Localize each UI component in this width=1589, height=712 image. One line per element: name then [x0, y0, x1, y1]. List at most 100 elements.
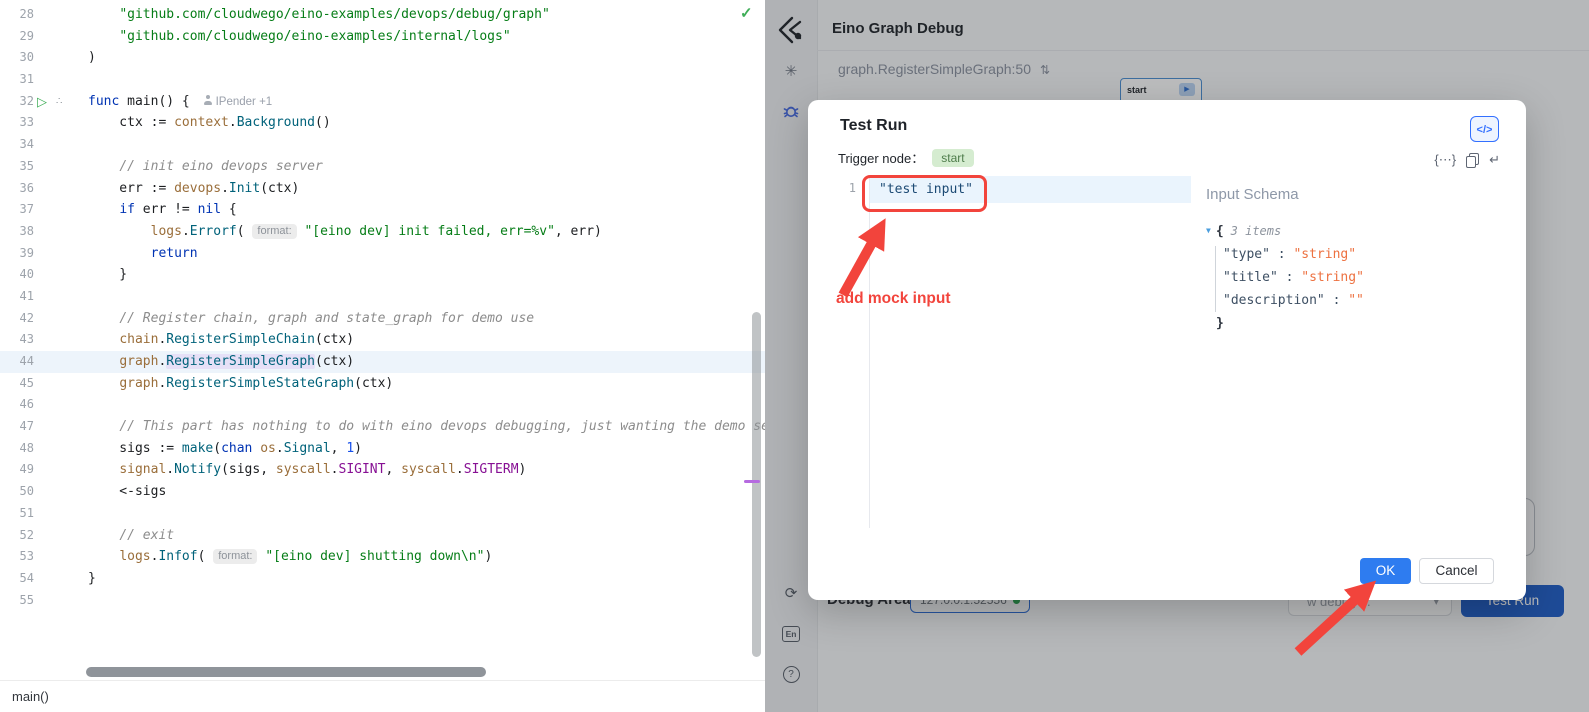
gutter[interactable]: 36	[0, 178, 88, 200]
line-number: 37	[0, 199, 34, 221]
code-line-30[interactable]: 30)	[0, 47, 765, 69]
inspection-check-icon[interactable]: ✓	[740, 4, 753, 22]
code-line-44[interactable]: 44 graph.RegisterSimpleGraph(ctx)	[0, 351, 765, 373]
gutter[interactable]: 47	[0, 416, 88, 438]
gutter[interactable]: 46	[0, 394, 88, 416]
code-line-31[interactable]: 31	[0, 69, 765, 91]
gutter[interactable]: 49	[0, 459, 88, 481]
code-text: "github.com/cloudwego/eino-examples/devo…	[88, 4, 550, 26]
line-number: 29	[0, 26, 34, 48]
gutter[interactable]: 41	[0, 286, 88, 308]
gutter[interactable]: 48	[0, 438, 88, 460]
code-text: )	[88, 47, 96, 69]
gutter[interactable]: 43	[0, 329, 88, 351]
gutter[interactable]: 42	[0, 308, 88, 330]
schema-entry: "description" : ""	[1206, 289, 1364, 312]
horizontal-scrollbar[interactable]	[86, 667, 486, 677]
code-text: err := devops.Init(ctx)	[88, 178, 299, 200]
gutter[interactable]: 28	[0, 4, 88, 26]
gutter[interactable]: 51	[0, 503, 88, 525]
wrap-icon[interactable]: ↵	[1489, 152, 1500, 168]
code-line-51[interactable]: 51	[0, 503, 765, 525]
gutter[interactable]: 50	[0, 481, 88, 503]
code-line-39[interactable]: 39 return	[0, 243, 765, 265]
code-line-34[interactable]: 34	[0, 134, 765, 156]
breadcrumb[interactable]: main()	[0, 681, 49, 712]
gutter[interactable]: 29	[0, 26, 88, 48]
code-text: // exit	[88, 525, 174, 547]
code-line-50[interactable]: 50 <-sigs	[0, 481, 765, 503]
gutter[interactable]: 30	[0, 47, 88, 69]
cancel-button[interactable]: Cancel	[1419, 558, 1494, 584]
modal-title: Test Run	[840, 117, 907, 135]
trigger-node-row: Trigger node： start	[838, 148, 974, 167]
line-number: 40	[0, 264, 34, 286]
code-text: <-sigs	[88, 481, 166, 503]
collapse-triangle-icon[interactable]: ▼	[1206, 226, 1211, 235]
gutter[interactable]: 44	[0, 351, 88, 373]
code-line-32[interactable]: 32▷∴func main() { IPender +1	[0, 91, 765, 113]
ok-button[interactable]: OK	[1360, 558, 1411, 584]
format-param-hint: format:	[213, 549, 257, 564]
code-view-toggle-button[interactable]: </>	[1470, 116, 1499, 142]
code-text: // init eino devops server	[88, 156, 323, 178]
vertical-scrollbar[interactable]	[752, 312, 761, 657]
code-line-37[interactable]: 37 if err != nil {	[0, 199, 765, 221]
gutter[interactable]: 34	[0, 134, 88, 156]
line-number: 54	[0, 568, 34, 590]
gutter[interactable]: 53	[0, 546, 88, 568]
code-text: chain.RegisterSimpleChain(ctx)	[88, 329, 354, 351]
code-line-54[interactable]: 54}	[0, 568, 765, 590]
gutter[interactable]: 45	[0, 373, 88, 395]
related-symbols-icon[interactable]: ∴	[56, 91, 62, 113]
gutter[interactable]: 32▷∴	[0, 91, 88, 113]
code-line-47[interactable]: 47 // This part has nothing to do with e…	[0, 416, 765, 438]
code-line-53[interactable]: 53 logs.Infof( format: "[eino dev] shutt…	[0, 546, 765, 568]
braces-icon[interactable]: {⋯}	[1434, 152, 1456, 168]
copy-icon[interactable]	[1465, 152, 1480, 168]
line-number: 55	[0, 590, 34, 612]
code-line-41[interactable]: 41	[0, 286, 765, 308]
code-editor[interactable]: 28 "github.com/cloudwego/eino-examples/d…	[0, 0, 765, 680]
code-line-33[interactable]: 33 ctx := context.Background()	[0, 112, 765, 134]
code-line-38[interactable]: 38 logs.Errorf( format: "[eino dev] init…	[0, 221, 765, 243]
gutter[interactable]: 54	[0, 568, 88, 590]
code-line-52[interactable]: 52 // exit	[0, 525, 765, 547]
schema-root-row: ▼{3 items	[1206, 219, 1364, 243]
code-line-28[interactable]: 28 "github.com/cloudwego/eino-examples/d…	[0, 4, 765, 26]
gutter[interactable]: 38	[0, 221, 88, 243]
line-number: 36	[0, 178, 34, 200]
code-text: sigs := make(chan os.Signal, 1)	[88, 438, 362, 460]
gutter[interactable]: 33	[0, 112, 88, 134]
code-vision-hint[interactable]: IPender +1	[216, 96, 273, 108]
code-line-48[interactable]: 48 sigs := make(chan os.Signal, 1)	[0, 438, 765, 460]
gutter[interactable]: 40	[0, 264, 88, 286]
code-line-29[interactable]: 29 "github.com/cloudwego/eino-examples/i…	[0, 26, 765, 48]
line-number: 28	[0, 4, 34, 26]
gutter[interactable]: 52	[0, 525, 88, 547]
mock-editor-gutter-line	[869, 176, 870, 528]
code-line-46[interactable]: 46	[0, 394, 765, 416]
code-line-36[interactable]: 36 err := devops.Init(ctx)	[0, 178, 765, 200]
gutter[interactable]: 37	[0, 199, 88, 221]
code-text: }	[88, 568, 96, 590]
code-line-43[interactable]: 43 chain.RegisterSimpleChain(ctx)	[0, 329, 765, 351]
line-number: 51	[0, 503, 34, 525]
line-number: 41	[0, 286, 34, 308]
editor-toolbar: {⋯} ↵	[1434, 152, 1500, 168]
trigger-node-label: Trigger node：	[838, 148, 924, 167]
gutter[interactable]: 55	[0, 590, 88, 612]
breadcrumb-bar: main()	[0, 680, 765, 712]
code-line-45[interactable]: 45 graph.RegisterSimpleStateGraph(ctx)	[0, 373, 765, 395]
code-line-35[interactable]: 35 // init eino devops server	[0, 156, 765, 178]
schema-open-brace: {	[1216, 224, 1224, 239]
gutter[interactable]: 35	[0, 156, 88, 178]
code-line-40[interactable]: 40 }	[0, 264, 765, 286]
code-line-49[interactable]: 49 signal.Notify(sigs, syscall.SIGINT, s…	[0, 459, 765, 481]
run-main-icon[interactable]: ▷	[37, 91, 47, 113]
gutter[interactable]: 39	[0, 243, 88, 265]
code-line-42[interactable]: 42 // Register chain, graph and state_gr…	[0, 308, 765, 330]
code-text: "github.com/cloudwego/eino-examples/inte…	[88, 26, 511, 48]
code-line-55[interactable]: 55	[0, 590, 765, 612]
gutter[interactable]: 31	[0, 69, 88, 91]
